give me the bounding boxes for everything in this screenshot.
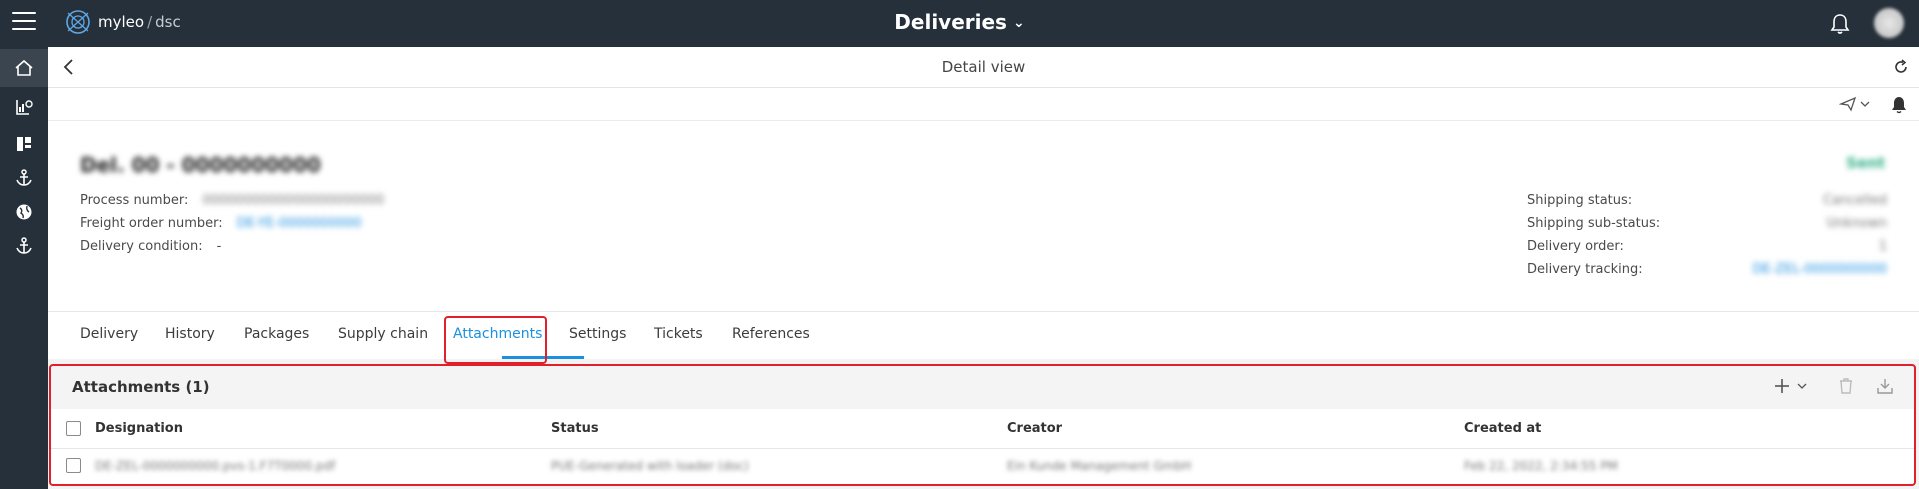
anchor-icon [16, 169, 32, 186]
tab-packages[interactable]: Packages [244, 326, 309, 342]
delivery-tracking-link[interactable]: DE-ZEL-0000000000 [1753, 262, 1887, 277]
process-number-field: Process number: 0000000000000000000000 [80, 193, 385, 208]
sidebar-item-dashboard[interactable] [0, 125, 48, 163]
tab-references[interactable]: References [732, 326, 810, 342]
sidebar [0, 47, 48, 489]
sidebar-item-globe[interactable] [0, 193, 48, 231]
app-title[interactable]: Deliveries ⌄ [0, 10, 1919, 34]
sidebar-item-analytics[interactable] [0, 88, 48, 126]
send-icon[interactable] [1839, 96, 1871, 112]
sidebar-item-anchor[interactable] [0, 159, 48, 197]
attachments-highlight-box [49, 364, 1916, 486]
anchor-icon [16, 237, 32, 254]
tab-supply-chain[interactable]: Supply chain [338, 326, 428, 342]
page-title: Detail view [941, 58, 1026, 76]
refresh-icon[interactable] [1893, 59, 1909, 75]
tab-bar: Delivery History Packages Supply chain A… [48, 311, 1919, 359]
status-badge: Sent [1846, 154, 1885, 172]
tab-settings[interactable]: Settings [569, 326, 626, 342]
globe-icon [16, 204, 32, 220]
actions-row [48, 88, 1919, 121]
tab-history[interactable]: History [165, 326, 215, 342]
avatar[interactable] [1874, 8, 1904, 38]
home-icon [15, 59, 33, 76]
tab-highlight-box [444, 316, 547, 364]
freight-order-field: Freight order number: DE-YE-0000000000 [80, 216, 362, 231]
dashboard-icon [17, 137, 31, 151]
analytics-icon [16, 100, 33, 115]
sidebar-item-home[interactable] [0, 49, 48, 87]
top-bar: myleo / dsc Deliveries ⌄ [0, 0, 1919, 47]
delivery-heading: Del. 00 - 0000000000 [80, 153, 321, 177]
logo[interactable]: myleo / dsc [64, 7, 181, 37]
freight-order-link[interactable]: DE-YE-0000000000 [237, 216, 362, 231]
tab-delivery[interactable]: Delivery [80, 326, 138, 342]
chevron-down-icon[interactable]: ⌄ [1013, 15, 1025, 31]
logo-text: myleo / dsc [98, 13, 181, 31]
sidebar-item-anchor-2[interactable] [0, 227, 48, 265]
menu-icon[interactable] [12, 12, 36, 32]
bell-icon[interactable] [1830, 13, 1850, 35]
tab-tickets[interactable]: Tickets [654, 326, 703, 342]
delivery-condition-field: Delivery condition: - [80, 239, 222, 254]
subheader: Detail view [48, 47, 1919, 88]
detail-card: Del. 00 - 0000000000 Sent Process number… [48, 121, 1919, 311]
bell-icon[interactable] [1891, 96, 1907, 114]
logo-icon [66, 10, 90, 34]
